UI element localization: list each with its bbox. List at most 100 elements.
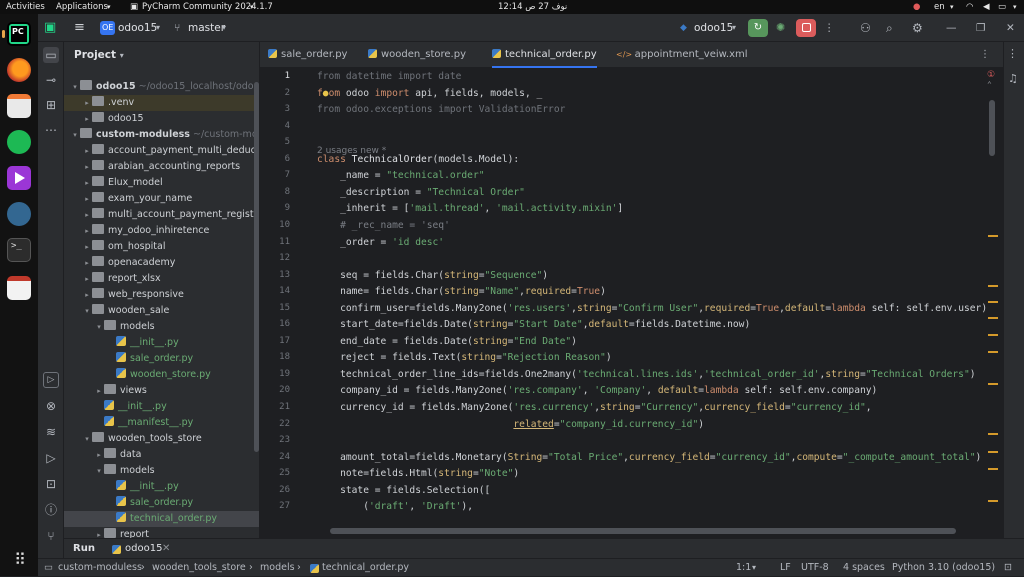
tab-overflow-icon[interactable]: ⋮ xyxy=(980,42,990,68)
settings-gear-icon[interactable]: ⚙ xyxy=(912,14,923,42)
caret-position[interactable]: 1:1 xyxy=(736,559,751,577)
tree-folder[interactable]: ▸ account_payment_multi_deduction xyxy=(64,143,259,159)
tree-folder[interactable]: ▾ custom-moduless ~/custom-mod xyxy=(64,127,259,143)
code-line[interactable]: related="company_id.currency_id") xyxy=(317,419,704,430)
run-tool-icon[interactable]: ▷ xyxy=(43,372,59,388)
chevron-down-icon[interactable]: ▾ xyxy=(94,319,104,335)
files-icon[interactable] xyxy=(7,94,31,118)
more-tools-icon[interactable]: ⋯ xyxy=(43,122,59,138)
code-line[interactable]: end_date = fields.Date(string="End Date"… xyxy=(317,336,577,347)
code-line[interactable]: note=fields.Html(string="Note") xyxy=(317,468,519,479)
breadcrumb-3[interactable]: technical_order.py xyxy=(322,559,409,577)
more-actions-icon[interactable]: ⋮ xyxy=(824,14,835,42)
debug-bug-icon[interactable]: ✺ xyxy=(776,14,785,42)
file-encoding[interactable]: UTF-8 xyxy=(801,559,829,577)
warning-marker[interactable] xyxy=(988,351,998,353)
code-line[interactable]: _name = "technical.order" xyxy=(317,170,484,181)
warning-marker[interactable] xyxy=(988,451,998,453)
editor-tab[interactable]: technical_order.py xyxy=(492,42,597,68)
tree-folder[interactable]: ▸ om_hospital xyxy=(64,239,259,255)
code-line[interactable]: amount_total=fields.Monetary(String="Tot… xyxy=(317,452,981,463)
pycharm-dock-icon[interactable]: PC xyxy=(7,22,31,46)
tree-folder[interactable]: ▸ report_xlsx xyxy=(64,271,259,287)
code-line[interactable]: from odoo.exceptions import ValidationEr… xyxy=(317,104,565,115)
add-user-icon[interactable]: ⚇ xyxy=(860,14,871,42)
lock-icon[interactable]: ⊡ xyxy=(1004,559,1012,577)
chevron-right-icon[interactable]: ▸ xyxy=(82,287,92,303)
chevron-down-icon[interactable]: ▾ xyxy=(82,431,92,447)
breadcrumb-0[interactable]: custom-moduless xyxy=(58,559,142,577)
breadcrumb-2[interactable]: models xyxy=(260,559,295,577)
project-scrollbar[interactable] xyxy=(254,82,259,452)
warning-marker[interactable] xyxy=(988,500,998,502)
chevron-right-icon[interactable]: ▸ xyxy=(82,239,92,255)
python-interpreter[interactable]: Python 3.10 (odoo15) xyxy=(892,559,995,577)
code-line[interactable]: technical_order_line_ids=fields.One2many… xyxy=(317,369,975,380)
pycharm-icon[interactable]: ▣ xyxy=(44,14,56,42)
code-line[interactable]: currency_id = fields.Many2one('res.curre… xyxy=(317,402,871,413)
tree-folder[interactable]: ▸ data xyxy=(64,447,259,463)
tree-file[interactable]: wooden_store.py xyxy=(64,367,259,383)
close-window-icon[interactable]: ✕ xyxy=(1006,14,1015,42)
breadcrumb-back-icon[interactable]: ▭ xyxy=(44,559,53,577)
tree-folder[interactable]: ▸ web_responsive xyxy=(64,287,259,303)
chevron-down-icon[interactable]: ▾ xyxy=(94,463,104,479)
services-icon[interactable]: ▷ xyxy=(43,450,59,466)
chevron-right-icon[interactable]: ▸ xyxy=(82,95,92,111)
code-editor[interactable]: 1 from datetime import date 2 f●om odoo imp… xyxy=(260,68,1003,538)
code-line[interactable]: # _rec_name = 'seq' xyxy=(317,220,450,231)
tree-folder[interactable]: ▸ exam_your_name xyxy=(64,191,259,207)
close-icon[interactable]: ✕ xyxy=(162,539,170,559)
terminal-icon[interactable]: >_ xyxy=(7,238,31,262)
code-line[interactable]: f●om odoo import api, fields, models, _ xyxy=(317,88,542,99)
office-app-icon[interactable] xyxy=(7,276,31,300)
line-separator[interactable]: LF xyxy=(780,559,791,577)
editor-tab[interactable]: </> appointment_veiw.xml xyxy=(616,42,748,68)
chevron-down-icon[interactable]: ▾ xyxy=(70,127,80,143)
project-selector[interactable]: odoo15 xyxy=(118,14,157,42)
branch-selector[interactable]: master xyxy=(188,14,225,42)
search-icon[interactable]: ⌕ xyxy=(886,14,893,42)
tree-folder[interactable]: ▾ odoo15 ~/odoo15_localhost/odoo1 xyxy=(64,79,259,95)
tree-file[interactable]: technical_order.py xyxy=(64,511,259,527)
notifications-bell-icon[interactable]: ♫ xyxy=(1008,72,1018,85)
minimize-window-icon[interactable]: — xyxy=(946,14,957,42)
tree-folder[interactable]: ▸ arabian_accounting_reports xyxy=(64,159,259,175)
terminal-icon[interactable]: ⊡ xyxy=(43,476,59,492)
tree-folder[interactable]: ▸ my_odoo_inhiretence xyxy=(64,223,259,239)
tree-folder[interactable]: ▾ wooden_tools_store xyxy=(64,431,259,447)
python-packages-icon[interactable]: ⊗ xyxy=(43,398,59,414)
wifi-icon[interactable]: ◠ xyxy=(966,1,973,13)
tree-folder[interactable]: ▸ report xyxy=(64,527,259,538)
tree-folder[interactable]: ▸ Elux_model xyxy=(64,175,259,191)
battery-icon[interactable]: ▭ xyxy=(998,1,1006,13)
warning-marker[interactable] xyxy=(988,235,998,237)
rerun-button[interactable]: ↻ xyxy=(748,19,768,37)
tree-folder[interactable]: ▸ openacademy xyxy=(64,255,259,271)
run-config-tab[interactable]: odoo15 xyxy=(125,539,162,559)
tree-file[interactable]: __manifest__.py xyxy=(64,415,259,431)
tree-file[interactable]: __init__.py xyxy=(64,399,259,415)
show-apps-grid-icon[interactable]: ⠿ xyxy=(9,550,29,570)
warning-marker[interactable] xyxy=(988,317,998,319)
code-line[interactable]: start_date=fields.Date(string="Start Dat… xyxy=(317,319,750,330)
editor-horizontal-scrollbar[interactable] xyxy=(330,528,956,534)
git-icon[interactable]: ⑂ xyxy=(43,528,59,544)
chevron-right-icon[interactable]: ▸ xyxy=(82,191,92,207)
code-line[interactable]: confirm_user=fields.Many2one('res.users'… xyxy=(317,303,987,314)
code-line[interactable]: name= fields.Char(string="Name",required… xyxy=(317,286,606,297)
chevron-right-icon[interactable]: ▸ xyxy=(82,143,92,159)
clock[interactable]: 12:14 نوف 27 ص xyxy=(498,1,567,13)
tree-folder[interactable]: ▾ wooden_sale xyxy=(64,303,259,319)
main-menu-icon[interactable]: ≡ xyxy=(74,14,85,42)
run-tab[interactable]: Run xyxy=(73,539,95,559)
code-line[interactable]: state = fields.Selection([ xyxy=(317,485,490,496)
chevron-right-icon[interactable]: ▸ xyxy=(82,159,92,175)
notification-icon[interactable]: ● xyxy=(913,1,920,13)
warning-marker[interactable] xyxy=(988,468,998,470)
tree-folder[interactable]: ▸ multi_account_payment_register xyxy=(64,207,259,223)
tree-folder[interactable]: ▾ models xyxy=(64,319,259,335)
inspection-chevron-icon[interactable]: ⌃ xyxy=(987,80,992,89)
stop-button[interactable] xyxy=(796,19,816,37)
project-folder-icon[interactable]: ▭ xyxy=(43,47,59,63)
